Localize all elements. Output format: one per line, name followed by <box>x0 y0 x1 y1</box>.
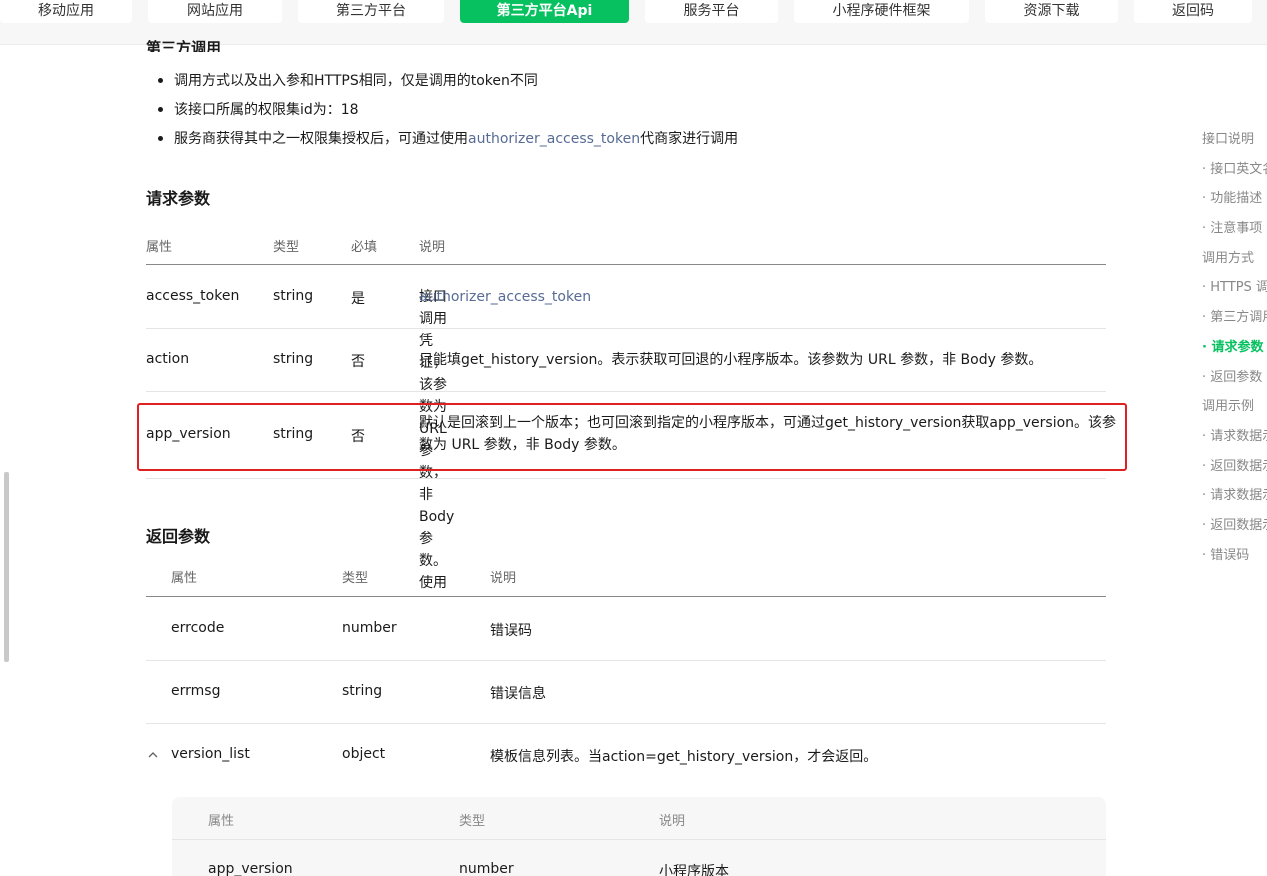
tab-third-party-platform[interactable]: 第三方平台 <box>298 0 444 23</box>
toc-item[interactable]: · 返回数据示例 <box>1202 516 1267 546</box>
col-required: 必填 <box>351 240 378 255</box>
toc-item[interactable]: · 请求数据示例 <box>1202 427 1267 457</box>
tab-label: 第三方平台Api <box>496 2 593 19</box>
toc-item-active[interactable]: · 请求参数 <box>1202 338 1267 368</box>
bullet-text: 服务商获得其中之一权限集授权后，可通过使用 <box>174 131 468 147</box>
tab-label: 第三方平台 <box>336 2 406 19</box>
col-desc: 说明 <box>659 814 686 829</box>
section-title-third-party-call: 第三方调用 <box>146 39 222 52</box>
param-type: string <box>273 351 314 367</box>
tab-label: 服务平台 <box>683 2 740 19</box>
scrollbar-thumb[interactable] <box>4 472 9 662</box>
toc-item[interactable]: · HTTPS 调用 <box>1202 278 1267 308</box>
toc-item[interactable]: · 错误码 <box>1202 546 1267 576</box>
toc-item[interactable]: · 第三方调用 <box>1202 308 1267 338</box>
return-name: errcode <box>171 620 225 636</box>
authorizer-token-link[interactable]: authorizer_access_token <box>468 131 640 147</box>
return-desc: 错误码 <box>490 623 532 639</box>
request-params-header: 属性 类型 必填 说明 <box>146 229 1106 265</box>
table-row: app_version number 小程序版本 <box>172 841 1106 876</box>
return-name: version_list <box>171 746 250 762</box>
param-type: string <box>273 288 314 304</box>
version-list-subtable: 属性 类型 说明 app_version number 小程序版本 <box>172 797 1106 876</box>
param-desc: 只能填get_history_version。表示获取可回退的小程序版本。该参数… <box>419 352 1043 368</box>
table-row: access_token string 是 接口调用凭证，该参数为 URL 参数… <box>146 266 1106 591</box>
return-desc: 模板信息列表。当action=get_history_version，才会返回。 <box>490 749 878 765</box>
table-of-contents: 接口说明 · 接口英文名 · 功能描述 · 注意事项 调用方式 · HTTPS … <box>1202 130 1267 575</box>
param-name: action <box>146 351 190 367</box>
tab-third-party-api[interactable]: 第三方平台Api <box>460 0 629 23</box>
col-desc: 说明 <box>490 571 517 586</box>
tab-label: 返回码 <box>1172 2 1214 19</box>
toc-item[interactable]: 调用示例 <box>1202 397 1267 427</box>
table-row: errcode number 错误码 <box>146 598 1106 661</box>
toc-item[interactable]: · 请求数据示例 <box>1202 486 1267 516</box>
toc-item[interactable]: 调用方式 <box>1202 249 1267 279</box>
return-type: number <box>342 620 397 636</box>
tab-label: 小程序硬件框架 <box>832 2 931 19</box>
return-type: object <box>342 746 386 762</box>
tab-return-codes[interactable]: 返回码 <box>1134 0 1252 23</box>
col-name: 属性 <box>208 814 235 829</box>
return-params-heading: 返回参数 <box>146 527 211 546</box>
col-type: 类型 <box>342 571 369 586</box>
toc-item[interactable]: · 注意事项 <box>1202 219 1267 249</box>
tab-label: 资源下载 <box>1023 2 1080 19</box>
sub-desc: 小程序版本 <box>659 864 729 876</box>
list-item: 该接口所属的权限集id为：18 <box>158 99 738 128</box>
table-row: action string 否 只能填get_history_version。表… <box>146 329 1106 392</box>
return-desc: 错误信息 <box>490 686 546 702</box>
list-item: 服务商获得其中之一权限集授权后，可通过使用authorizer_access_t… <box>158 128 738 157</box>
tab-label: 移动应用 <box>38 2 94 19</box>
sub-name: app_version <box>208 861 293 876</box>
table-row: errmsg string 错误信息 <box>146 661 1106 724</box>
col-name: 属性 <box>146 240 173 255</box>
tab-mobile-app[interactable]: 移动应用 <box>0 0 132 23</box>
col-name: 属性 <box>171 571 198 586</box>
return-params-header: 属性 类型 说明 <box>146 561 1106 597</box>
toc-item[interactable]: 接口说明 <box>1202 130 1267 160</box>
tab-resource-download[interactable]: 资源下载 <box>985 0 1118 23</box>
authorizer-token-link[interactable]: authorizer_access_token <box>419 286 591 308</box>
toc-item[interactable]: · 返回参数 <box>1202 368 1267 398</box>
highlight-box <box>137 403 1127 471</box>
col-type: 类型 <box>459 814 486 829</box>
return-type: string <box>342 683 383 699</box>
bullet-text: 调用方式以及出入参和HTTPS相同，仅是调用的token不同 <box>174 73 538 89</box>
chevron-up-icon[interactable] <box>147 749 159 765</box>
col-desc: 说明 <box>419 240 446 255</box>
col-type: 类型 <box>273 240 300 255</box>
tab-service-platform[interactable]: 服务平台 <box>645 0 778 23</box>
subtable-header: 属性 类型 说明 <box>172 797 1106 840</box>
param-required: 是 <box>351 291 365 307</box>
bullet-text: 代商家进行调用 <box>640 131 739 147</box>
table-row: version_list object 模板信息列表。当action=get_h… <box>146 724 1106 787</box>
tab-mini-program-hardware[interactable]: 小程序硬件框架 <box>794 0 969 23</box>
toc-item[interactable]: · 接口英文名 <box>1202 160 1267 190</box>
param-required: 否 <box>351 354 365 370</box>
tab-website-app[interactable]: 网站应用 <box>148 0 282 23</box>
param-name: access_token <box>146 288 240 304</box>
toc-item[interactable]: · 功能描述 <box>1202 189 1267 219</box>
bullet-text: 该接口所属的权限集id为：18 <box>174 102 359 118</box>
bullet-list: 调用方式以及出入参和HTTPS相同，仅是调用的token不同 该接口所属的权限集… <box>158 70 738 157</box>
tab-label: 网站应用 <box>187 2 243 19</box>
list-item: 调用方式以及出入参和HTTPS相同，仅是调用的token不同 <box>158 70 738 99</box>
request-params-heading: 请求参数 <box>146 189 211 208</box>
toc-item[interactable]: · 返回数据示例 <box>1202 457 1267 487</box>
return-name: errmsg <box>171 683 221 699</box>
sub-type: number <box>459 861 514 876</box>
